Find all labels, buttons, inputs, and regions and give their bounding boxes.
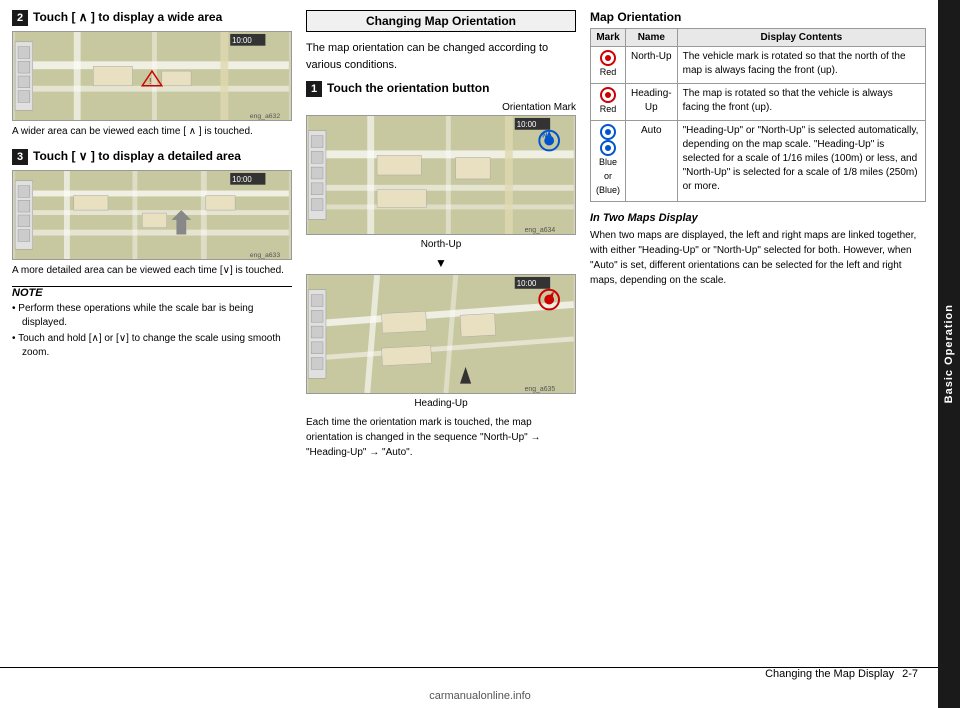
sequence-text: Each time the orientation mark is touche… bbox=[306, 415, 576, 460]
note-item-2: Touch and hold [∧] or [∨] to change the … bbox=[12, 332, 292, 360]
heading-up-label: Heading-Up bbox=[306, 398, 576, 409]
note-title: NOTE bbox=[12, 287, 292, 299]
note-section: NOTE Perform these operations while the … bbox=[12, 286, 292, 360]
right-column: Map Orientation Mark Name Display Conten… bbox=[590, 10, 926, 698]
table-row: Red Heading- Up The map is rotated so th… bbox=[591, 84, 926, 121]
table-row: Blue or (Blue) Auto "Heading-Up" or "Nor… bbox=[591, 121, 926, 202]
mark-cell-1: Red bbox=[591, 47, 626, 84]
display-cell-1: The vehicle mark is rotated so that the … bbox=[677, 47, 925, 84]
orientation-table: Mark Name Display Contents Red North-Up … bbox=[590, 28, 926, 202]
svg-text:eng_a632: eng_a632 bbox=[250, 113, 281, 120]
main-content: 2 Touch [ ∧ ] to display a wide area eng… bbox=[0, 0, 938, 708]
table-row: Red North-Up The vehicle mark is rotated… bbox=[591, 47, 926, 84]
badge-3: 3 bbox=[12, 149, 28, 165]
svg-text:eng_a634: eng_a634 bbox=[525, 227, 556, 234]
left-column: 2 Touch [ ∧ ] to display a wide area eng… bbox=[12, 10, 292, 698]
orientation-mark-label: Orientation Mark bbox=[306, 102, 576, 113]
map-image-detail: eng_a633 10:00 bbox=[12, 170, 292, 260]
name-cell-3: Auto bbox=[626, 121, 678, 202]
mark-color-label-1: Red bbox=[600, 67, 617, 77]
svg-text:10:00: 10:00 bbox=[232, 175, 252, 184]
col-header-display: Display Contents bbox=[677, 29, 925, 47]
display-cell-2: The map is rotated so that the vehicle i… bbox=[677, 84, 925, 121]
mark-icon-red-1 bbox=[600, 50, 616, 66]
svg-text:eng_a633: eng_a633 bbox=[250, 252, 281, 259]
mark-color-label-2: Red bbox=[600, 104, 617, 114]
step1-header: 1 Touch the orientation button bbox=[306, 81, 576, 97]
svg-text:10:00: 10:00 bbox=[232, 36, 252, 45]
map-northup: eng_a634 10:00 N bbox=[306, 115, 576, 235]
col-header-mark: Mark bbox=[591, 29, 626, 47]
intro-text: The map orientation can be changed accor… bbox=[306, 40, 576, 73]
north-up-label: North-Up bbox=[306, 239, 576, 250]
footer-page: 2-7 bbox=[902, 668, 918, 680]
col-header-name: Name bbox=[626, 29, 678, 47]
mark-cell-2: Red bbox=[591, 84, 626, 121]
map-orientation-title: Map Orientation bbox=[590, 10, 926, 24]
mark-icon-blue-2 bbox=[600, 140, 616, 156]
section3-title: Touch [ ∨ ] to display a detailed area bbox=[33, 149, 241, 163]
display-cell-3: "Heading-Up" or "North-Up" is selected a… bbox=[677, 121, 925, 202]
name-text-2: Heading- Up bbox=[631, 88, 672, 113]
middle-column: Changing Map Orientation The map orienta… bbox=[306, 10, 576, 698]
page-footer: Changing the Map Display 2-7 bbox=[0, 667, 938, 680]
arrow-down: ▼ bbox=[306, 256, 576, 270]
badge-2: 2 bbox=[12, 10, 28, 26]
svg-text:N: N bbox=[542, 133, 547, 140]
mark-icon-red-2 bbox=[600, 87, 616, 103]
note-item-1: Perform these operations while the scale… bbox=[12, 302, 292, 330]
map-image-wide: eng_a632 10:00 ! bbox=[12, 31, 292, 121]
in-two-maps-title: In Two Maps Display bbox=[590, 212, 926, 224]
section3-header: 3 Touch [ ∨ ] to display a detailed area bbox=[12, 149, 292, 165]
step1-title: Touch the orientation button bbox=[327, 81, 489, 95]
mark-color-label-3: Blue or (Blue) bbox=[596, 157, 620, 195]
svg-text:!: ! bbox=[149, 77, 151, 86]
section3-caption: A more detailed area can be viewed each … bbox=[12, 264, 292, 278]
section2-caption: A wider area can be viewed each time [ ∧… bbox=[12, 125, 292, 139]
mark-icon-blue-1 bbox=[600, 124, 616, 140]
section2-title: Touch [ ∧ ] to display a wide area bbox=[33, 10, 222, 24]
svg-text:10:00: 10:00 bbox=[517, 279, 537, 288]
map-headingup: eng_a635 10:00 bbox=[306, 274, 576, 394]
watermark: carmanualonline.info bbox=[429, 690, 531, 702]
name-cell-1: North-Up bbox=[626, 47, 678, 84]
in-two-maps-text: When two maps are displayed, the left an… bbox=[590, 228, 926, 288]
svg-text:eng_a635: eng_a635 bbox=[525, 386, 556, 393]
section2-header: 2 Touch [ ∧ ] to display a wide area bbox=[12, 10, 292, 26]
section-box-title: Changing Map Orientation bbox=[306, 10, 576, 32]
svg-text:10:00: 10:00 bbox=[517, 120, 537, 129]
badge-1: 1 bbox=[306, 81, 322, 97]
name-cell-2: Heading- Up bbox=[626, 84, 678, 121]
right-sidebar: Basic Operation bbox=[938, 0, 960, 708]
page-container: 2 Touch [ ∧ ] to display a wide area eng… bbox=[0, 0, 960, 708]
footer-text: Changing the Map Display bbox=[765, 668, 894, 680]
mark-cell-3: Blue or (Blue) bbox=[591, 121, 626, 202]
sidebar-label: Basic Operation bbox=[943, 304, 955, 403]
